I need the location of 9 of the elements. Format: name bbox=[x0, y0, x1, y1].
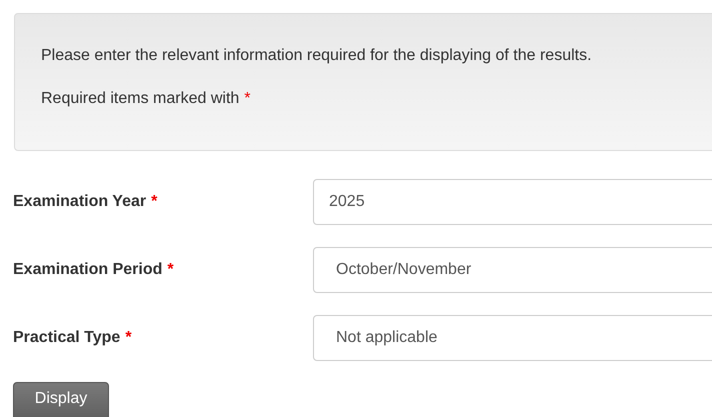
field-label: Examination Year * bbox=[13, 193, 158, 211]
field-label: Practical Type * bbox=[13, 329, 133, 347]
select-field[interactable]: October/November bbox=[313, 247, 712, 293]
info-text: Please enter the relevant information required for the displaying of the results. bbox=[41, 46, 593, 66]
info-text: Required items marked with * bbox=[41, 89, 252, 109]
display-button[interactable]: Display bbox=[13, 382, 109, 417]
field-label: Examination Period * bbox=[13, 261, 175, 279]
select-field[interactable]: Not applicable bbox=[313, 315, 712, 361]
input-field[interactable]: 2025 bbox=[313, 179, 712, 225]
